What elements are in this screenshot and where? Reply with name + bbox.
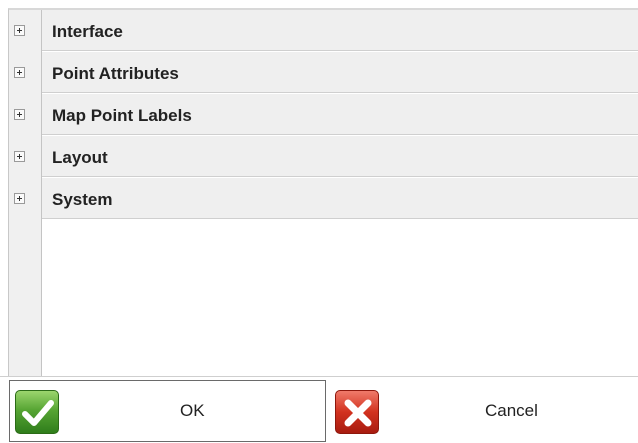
expand-plus-icon[interactable] bbox=[14, 151, 25, 162]
expand-plus-icon[interactable] bbox=[14, 67, 25, 78]
tree-row-layout[interactable]: Layout bbox=[9, 136, 638, 178]
section-header-system[interactable]: System bbox=[42, 178, 638, 219]
checkmark-icon bbox=[15, 390, 59, 434]
ok-label: OK bbox=[180, 401, 205, 420]
dialog-button-bar: OK Cancel bbox=[0, 376, 638, 443]
section-label: Layout bbox=[52, 148, 108, 167]
cancel-label: Cancel bbox=[485, 401, 538, 420]
tree-row-point-attributes[interactable]: Point Attributes bbox=[9, 52, 638, 94]
section-label: Point Attributes bbox=[52, 64, 179, 83]
section-label: Map Point Labels bbox=[52, 106, 192, 125]
tree-row-system[interactable]: System bbox=[9, 178, 638, 220]
settings-panel: Interface Point Attributes Map Point Lab… bbox=[8, 8, 638, 378]
cancel-button[interactable]: Cancel bbox=[330, 380, 638, 442]
section-label: System bbox=[52, 190, 113, 209]
expand-plus-icon[interactable] bbox=[14, 193, 25, 204]
ok-button[interactable]: OK bbox=[9, 380, 326, 442]
section-header-layout[interactable]: Layout bbox=[42, 136, 638, 177]
expand-plus-icon[interactable] bbox=[14, 25, 25, 36]
x-icon bbox=[335, 390, 379, 434]
section-label: Interface bbox=[52, 22, 123, 41]
section-header-map-point-labels[interactable]: Map Point Labels bbox=[42, 94, 638, 135]
tree-row-map-point-labels[interactable]: Map Point Labels bbox=[9, 94, 638, 136]
section-header-point-attributes[interactable]: Point Attributes bbox=[42, 52, 638, 93]
section-header-interface[interactable]: Interface bbox=[42, 10, 638, 51]
expand-plus-icon[interactable] bbox=[14, 109, 25, 120]
tree-row-interface[interactable]: Interface bbox=[9, 10, 638, 52]
